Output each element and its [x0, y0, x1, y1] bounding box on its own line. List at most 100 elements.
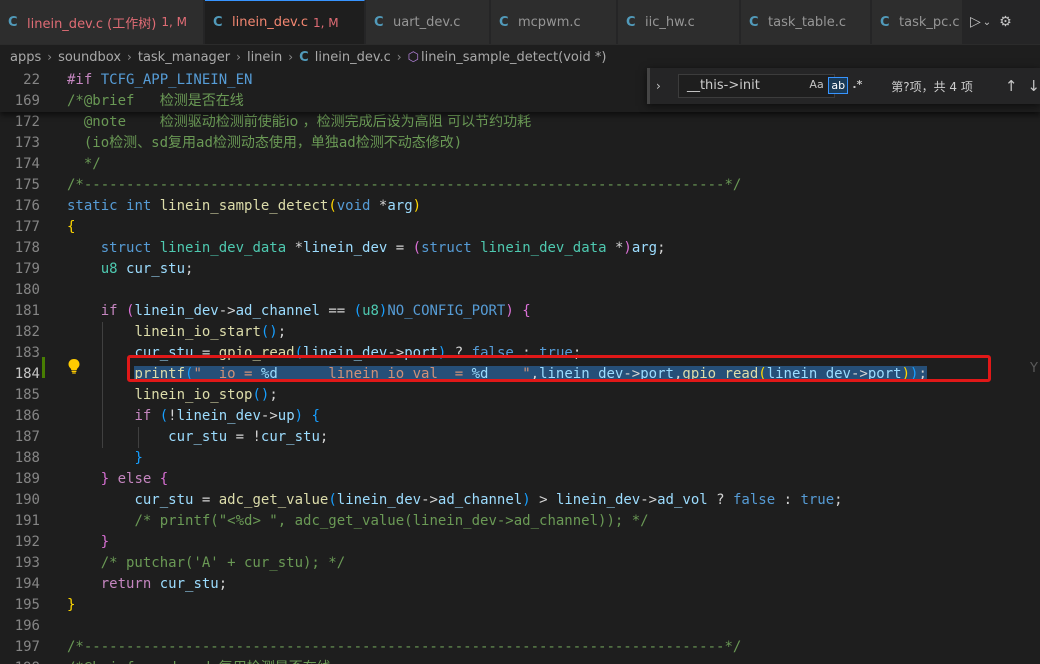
breadcrumb-item-apps[interactable]: apps	[10, 50, 41, 65]
code-line[interactable]: 188 }	[0, 448, 1040, 469]
code-token: linein_io_start	[134, 324, 261, 340]
code-line[interactable]: 197 /*-----------------------------------…	[0, 637, 1040, 658]
code-token: 复用检测是否在线	[219, 660, 331, 664]
find-input-value: __this->init	[686, 78, 760, 93]
chevron-right-icon[interactable]: ›	[656, 79, 672, 93]
run-icon[interactable]: ▷	[970, 14, 981, 30]
breadcrumb-item-task-manager[interactable]: task_manager	[138, 50, 230, 65]
code-line[interactable]: 195}	[0, 595, 1040, 616]
tab-linein-dev[interactable]: C linein_dev.c 1, M	[205, 0, 365, 44]
code-token: {	[311, 408, 320, 424]
code-token: {	[159, 471, 169, 487]
code-token: struct	[100, 240, 160, 256]
tab-linein-dev-worktree[interactable]: C linein_dev.c (工作树) 1, M	[0, 0, 204, 44]
editor-actions: ▷ ⌄ ⚙	[962, 0, 1040, 44]
code-token: linein_dev	[303, 240, 388, 256]
c-file-icon: C	[626, 14, 636, 30]
code-token: ad_channel	[235, 303, 320, 319]
code-token: {	[67, 219, 76, 235]
code-token: */	[67, 156, 101, 172]
breadcrumb-item-function[interactable]: ⬡ linein_sample_detect(void *)	[408, 50, 607, 65]
code-token: ?	[707, 492, 733, 508]
code-token: /*@brief sd_cmd	[67, 660, 219, 664]
settings-icon[interactable]: ⚙	[999, 14, 1012, 30]
tab-iic-hw[interactable]: C iic_hw.c	[618, 0, 740, 44]
code-line[interactable]: 177 {	[0, 217, 1040, 238]
code-line[interactable]: 174 */	[0, 154, 1040, 175]
code-text: cur_stu = !cur_stu;	[67, 427, 328, 448]
code-text: {	[67, 217, 75, 238]
code-token: /*--------------------------------------…	[67, 639, 742, 655]
code-token: )	[294, 408, 304, 424]
code-line[interactable]: 194 return cur_stu;	[0, 574, 1040, 595]
code-line[interactable]: 175 /*-----------------------------------…	[0, 175, 1040, 196]
code-line[interactable]: 189 } else {	[0, 469, 1040, 490]
code-text: } else {	[67, 469, 168, 490]
match-case-toggle[interactable]: Aa	[807, 77, 825, 92]
code-token: false	[732, 492, 776, 508]
tab-label: linein_dev.c (工作树)	[27, 16, 157, 32]
lightbulb-icon[interactable]	[67, 358, 81, 374]
code-line[interactable]: 179 u8 cur_stu;	[0, 259, 1040, 280]
code-text: static int linein_sample_detect(void *ar…	[67, 196, 421, 217]
line-number: 195	[14, 597, 40, 613]
code-line[interactable]: 180	[0, 280, 1040, 301]
line-number: 183	[14, 345, 40, 361]
code-line[interactable]: 182 linein_io_start();	[0, 322, 1040, 343]
ghost-text: Y	[1030, 361, 1038, 376]
line-number: 169	[14, 93, 40, 109]
code-line[interactable]: 176 static int linein_sample_detect(void …	[0, 196, 1040, 217]
code-text: #if TCFG_APP_LINEIN_EN	[67, 70, 252, 91]
line-number: 192	[14, 534, 40, 550]
code-token: cur_stu	[126, 261, 186, 277]
code-token: true	[800, 492, 835, 508]
indent-guide	[138, 427, 139, 448]
code-text: linein_io_stop();	[67, 385, 277, 406]
code-line[interactable]: 178 struct linein_dev_data *linein_dev =…	[0, 238, 1040, 259]
code-token: ->	[640, 492, 658, 508]
tab-mcpwm[interactable]: C mcpwm.c	[491, 0, 617, 44]
line-number: 197	[14, 639, 40, 655]
code-line[interactable]: 187 cur_stu = !cur_stu;	[0, 427, 1040, 448]
line-number: 190	[14, 492, 40, 508]
code-token: ->	[421, 492, 438, 508]
tab-uart-dev[interactable]: C uart_dev.c	[366, 0, 490, 44]
code-token: :	[775, 492, 801, 508]
code-line[interactable]: 186 if (!linein_dev->up) {	[0, 406, 1040, 427]
breadcrumb-item-file[interactable]: C linein_dev.c	[299, 50, 391, 65]
line-number: 188	[14, 450, 40, 466]
code-line[interactable]: 198 /*@brief sd_cmd 复用检测是否在线	[0, 658, 1040, 664]
indent-guide	[102, 322, 103, 448]
code-editor[interactable]: 22 #if TCFG_APP_LINEIN_EN 169 /*@brief 检测是否…	[0, 70, 1040, 664]
match-whole-word-toggle[interactable]: ab	[828, 77, 849, 94]
code-token: arg	[387, 198, 413, 214]
arrow-down-icon[interactable]: ↓	[1027, 77, 1040, 95]
use-regex-toggle[interactable]: .*	[850, 77, 864, 92]
breadcrumb-item-soundbox[interactable]: soundbox	[58, 50, 121, 65]
code-line[interactable]: 173 (io检测、sd复用ad检测动态使用，单独ad检测不动态修改)	[0, 133, 1040, 154]
line-number: 187	[14, 429, 40, 445]
code-text: /* printf("<%d> ", adc_get_value(linein_…	[67, 511, 648, 532]
chevron-down-icon[interactable]: ⌄	[983, 17, 991, 28]
code-line[interactable]: 193 /* putchar('A' + cur_stu); */	[0, 553, 1040, 574]
code-line[interactable]: 181 if (linein_dev->ad_channel == (u8)NO…	[0, 301, 1040, 322]
tab-task-table[interactable]: C task_table.c	[741, 0, 871, 44]
arrow-up-icon[interactable]: ↑	[1005, 77, 1018, 95]
code-line[interactable]: 172 @note 检测驱动检测前使能io ，检测完成后设为高阻 可以节约功耗	[0, 112, 1040, 133]
code-line[interactable]: 196	[0, 616, 1040, 637]
code-token: else	[117, 471, 160, 487]
line-number: 186	[14, 408, 40, 424]
code-line[interactable]: 191 /* printf("<%d> ", adc_get_value(lin…	[0, 511, 1040, 532]
chevron-right-icon: ›	[47, 50, 53, 64]
breadcrumb-item-linein[interactable]: linein	[247, 50, 282, 65]
code-line[interactable]: 192 }	[0, 532, 1040, 553]
line-number: 184	[14, 366, 40, 382]
code-line[interactable]: 190 cur_stu = adc_get_value(linein_dev->…	[0, 490, 1040, 511]
line-number: 172	[14, 114, 40, 130]
code-token: =	[193, 492, 219, 508]
code-line[interactable]: 185 linein_io_stop();	[0, 385, 1040, 406]
